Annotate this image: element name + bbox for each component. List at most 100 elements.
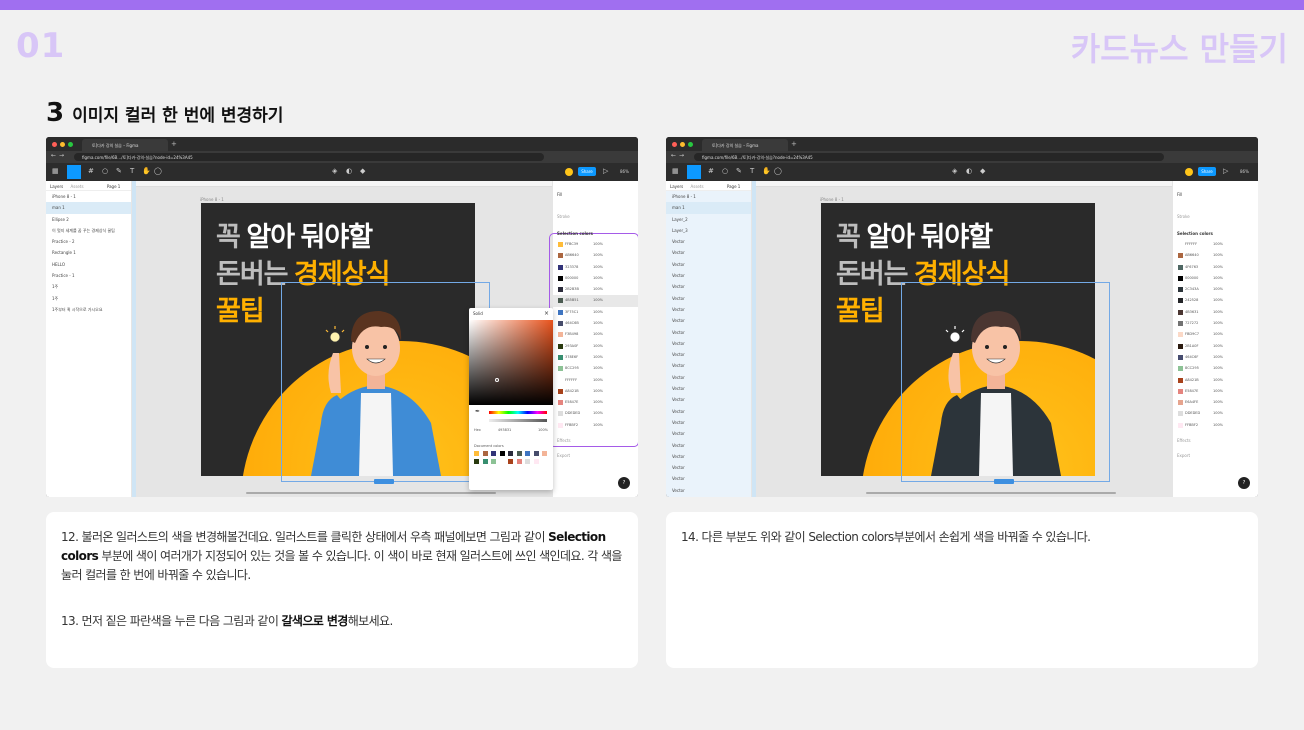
selection-color-row[interactable]: 2B1A0F 100% — [1173, 341, 1258, 352]
browser-tab[interactable]: 토]다카 강의 실습 – Figma — [82, 139, 168, 151]
selection-color-row[interactable]: E5847E 100% — [553, 397, 638, 408]
layer-row[interactable]: Vector — [666, 462, 751, 473]
layer-row[interactable]: Vector — [666, 394, 751, 405]
layer-row[interactable]: Vector — [666, 315, 751, 326]
selection-color-row[interactable]: AB6640 100% — [553, 250, 638, 261]
new-tab-icon[interactable]: + — [791, 140, 797, 148]
figma-menu-icon[interactable]: ▦ — [52, 167, 59, 175]
address-bar[interactable]: figma.com/file/6B…/토]다카-강의-실습?node-id=24… — [74, 153, 544, 161]
text-tool-icon[interactable]: T — [130, 167, 134, 175]
layer-row[interactable]: Vector — [666, 496, 751, 497]
document-color-swatch[interactable] — [516, 459, 522, 464]
document-color-swatch[interactable] — [542, 451, 547, 456]
selection-color-row[interactable]: 000000 100% — [553, 273, 638, 284]
color-swatch[interactable] — [1178, 366, 1183, 372]
browser-tab[interactable]: 토]다카 강의 실습 – Figma — [702, 139, 788, 151]
selection-color-row[interactable]: 242528 100% — [1173, 295, 1258, 306]
layer-row[interactable]: Vector — [666, 360, 751, 371]
selection-color-row[interactable]: A8421B 100% — [1173, 375, 1258, 386]
page-selector[interactable]: Page 1 — [107, 184, 121, 189]
text-tool-icon[interactable]: T — [750, 167, 754, 175]
selection-color-row[interactable]: A8421B 100% — [553, 386, 638, 397]
color-swatch[interactable] — [1178, 264, 1183, 270]
move-tool-icon[interactable] — [687, 165, 701, 179]
frame-tool-icon[interactable]: # — [708, 167, 714, 175]
color-swatch[interactable] — [1178, 377, 1183, 383]
document-color-swatch[interactable] — [499, 451, 505, 456]
color-swatch[interactable] — [558, 242, 563, 247]
layer-row[interactable]: 1주 — [46, 293, 131, 304]
pen-tool-icon[interactable]: ✎ — [116, 167, 122, 175]
color-swatch[interactable] — [1178, 253, 1183, 259]
color-swatch[interactable] — [558, 377, 563, 383]
layer-row[interactable]: Layer_2 — [666, 214, 751, 225]
layer-row[interactable]: Vector — [666, 304, 751, 315]
layer-row[interactable]: 1주 — [46, 281, 131, 292]
selection-color-row[interactable]: 8CC295 100% — [553, 363, 638, 374]
color-picker-popup[interactable]: Solid × ✒ Hex 493831 100% Document color… — [469, 308, 553, 490]
color-swatch[interactable] — [1178, 332, 1183, 338]
selection-color-row[interactable]: 2B2B3B 100% — [553, 284, 638, 295]
color-swatch[interactable] — [558, 287, 563, 293]
layer-row[interactable]: 이 멋지 세계를 꿈 꾸는 경제상식 꿀팁 — [46, 225, 131, 236]
color-swatch[interactable] — [1178, 411, 1183, 417]
layer-row[interactable]: Vector — [666, 473, 751, 484]
selection-color-row[interactable]: 727272 100% — [1173, 318, 1258, 329]
pen-tool-icon[interactable]: ✎ — [736, 167, 742, 175]
color-swatch[interactable] — [558, 400, 563, 406]
minimize-dot-icon[interactable] — [680, 142, 685, 147]
close-dot-icon[interactable] — [672, 142, 677, 147]
document-color-swatch[interactable] — [525, 451, 530, 456]
color-swatch[interactable] — [558, 264, 563, 270]
color-swatch[interactable] — [558, 253, 563, 259]
color-swatch[interactable] — [1178, 287, 1183, 293]
zoom-level[interactable]: 86% — [1240, 169, 1249, 174]
layer-row[interactable]: Vector — [666, 372, 751, 383]
color-swatch[interactable] — [1178, 422, 1183, 428]
mask-icon[interactable]: ◐ — [346, 167, 352, 175]
layer-row[interactable]: iPhone 8 - 1 — [46, 191, 131, 202]
figma-menu-icon[interactable]: ▦ — [672, 167, 679, 175]
layer-row[interactable]: 1주부터 퀵 시작으로 가시오요 — [46, 304, 131, 315]
layer-row[interactable]: Layer_3 — [666, 225, 751, 236]
move-tool-icon[interactable] — [67, 165, 81, 179]
selection-color-row[interactable]: FFFFFF 100% — [553, 375, 638, 386]
selection-color-row[interactable]: 323378 100% — [553, 262, 638, 273]
layer-row[interactable]: Vector — [666, 417, 751, 428]
color-swatch[interactable] — [558, 422, 563, 428]
layer-row[interactable]: Vector — [666, 349, 751, 360]
frame-tool-icon[interactable]: # — [88, 167, 94, 175]
eyedropper-icon[interactable]: ✒ — [475, 408, 480, 415]
color-swatch[interactable] — [558, 275, 563, 281]
color-swatch[interactable] — [1178, 388, 1183, 394]
selection-color-row[interactable]: DDEDED 100% — [553, 408, 638, 419]
layer-row[interactable]: Vector — [666, 338, 751, 349]
boolean-icon[interactable]: ◆ — [360, 167, 365, 175]
document-color-swatch[interactable] — [533, 459, 539, 464]
selection-color-row[interactable]: F3B498 100% — [553, 329, 638, 340]
layer-row[interactable]: Vector — [666, 247, 751, 258]
document-color-swatch[interactable] — [482, 451, 488, 456]
avatar[interactable] — [1185, 168, 1193, 176]
share-button[interactable]: Share — [578, 167, 596, 176]
layer-row[interactable]: Practice - 1 — [46, 270, 131, 281]
mask-icon[interactable]: ◐ — [966, 167, 972, 175]
selection-color-row[interactable]: 4F6763 100% — [1173, 262, 1258, 273]
tab-layers[interactable]: Layers — [50, 184, 63, 189]
comment-tool-icon[interactable]: ◯ — [774, 167, 782, 175]
layer-row[interactable]: Rectangle 1 — [46, 247, 131, 258]
boolean-icon[interactable]: ◆ — [980, 167, 985, 175]
selection-color-row[interactable]: FFBBF2 100% — [1173, 420, 1258, 431]
selection-color-row[interactable]: 293A0F 100% — [553, 341, 638, 352]
layer-row[interactable]: Vector — [666, 259, 751, 270]
selection-color-row[interactable]: E5847E 100% — [1173, 386, 1258, 397]
play-icon[interactable]: ▷ — [603, 167, 608, 175]
selection-color-row[interactable]: E6A4FE 100% — [1173, 397, 1258, 408]
canvas-scrollbar[interactable] — [866, 492, 1116, 494]
close-dot-icon[interactable] — [52, 142, 57, 147]
color-swatch[interactable] — [1178, 354, 1183, 360]
color-swatch[interactable] — [1178, 242, 1183, 247]
saturation-area[interactable] — [469, 320, 553, 405]
back-arrow-icon[interactable]: ← — [671, 152, 676, 159]
selection-color-row[interactable]: FFBBF2 100% — [553, 420, 638, 431]
